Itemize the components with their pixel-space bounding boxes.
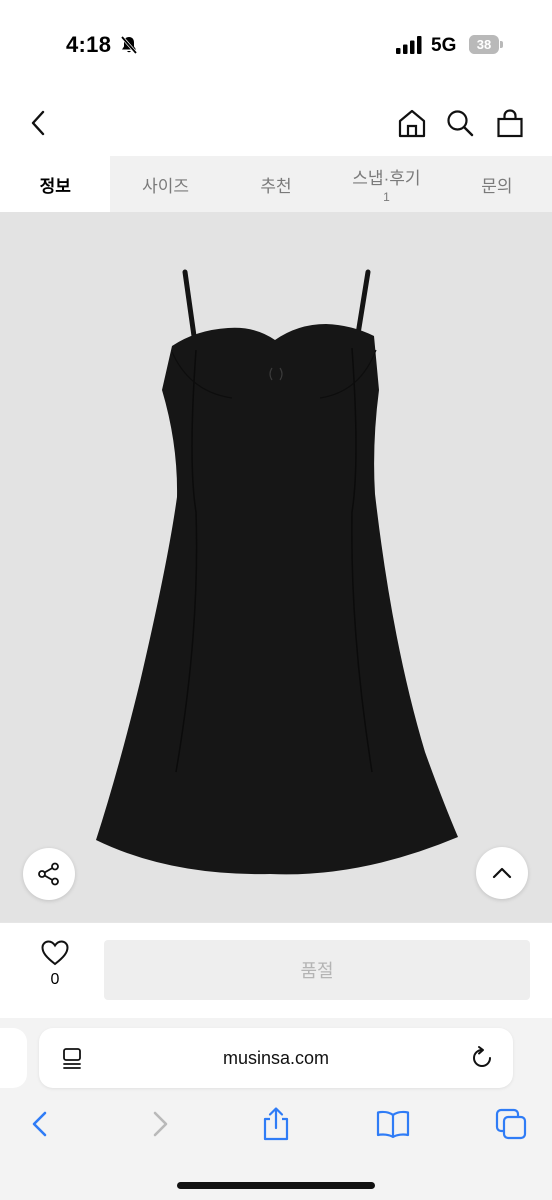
tab-label: 사이즈 (142, 176, 190, 196)
url-text: musinsa.com (222, 1048, 330, 1068)
search-button[interactable] (441, 104, 479, 142)
tab-label: 추천 (260, 176, 292, 196)
status-bar: 4:18 5G 38 (0, 0, 552, 90)
right-strap (355, 269, 371, 337)
soldout-button[interactable]: 품절 (104, 940, 530, 1000)
browser-forward-button[interactable] (140, 1104, 180, 1144)
home-button[interactable] (393, 104, 431, 142)
product-tabs: 정보 사이즈 추천 스냅·후기 1 문의 (0, 156, 552, 212)
browser-back-button[interactable] (20, 1104, 60, 1144)
scroll-top-button[interactable] (476, 847, 528, 899)
battery-icon: 38 (469, 35, 503, 54)
signal-icon (396, 36, 422, 54)
chevron-up-icon (492, 867, 512, 879)
share-button[interactable] (23, 848, 75, 900)
reload-icon[interactable] (469, 1045, 495, 1071)
tab-inquiry[interactable]: 문의 (442, 156, 552, 212)
app-header (0, 90, 552, 156)
browser-share-button[interactable] (256, 1104, 296, 1144)
previous-tab-preview[interactable] (0, 1028, 27, 1088)
tabs-button[interactable] (491, 1104, 531, 1144)
product-image (96, 269, 458, 875)
tab-label: 스냅·후기 (352, 169, 421, 188)
tab-count: 1 (383, 190, 390, 204)
home-indicator (177, 1182, 375, 1189)
network-type: 5G (431, 35, 457, 56)
share-icon (263, 1107, 289, 1141)
product-image-area[interactable] (0, 212, 552, 922)
cart-button[interactable] (491, 104, 529, 142)
browser-toolbar: musinsa.com (0, 1018, 552, 1200)
bookmarks-button[interactable] (373, 1104, 413, 1144)
tab-label: 정보 (39, 176, 71, 196)
heart-outline-icon (41, 940, 69, 966)
left-strap (182, 269, 197, 339)
tab-info[interactable]: 정보 (0, 156, 111, 212)
battery-percent: 38 (476, 37, 492, 52)
back-chevron-icon (31, 110, 45, 136)
purchase-bar: 0 품절 (0, 922, 552, 1018)
tab-recommend[interactable]: 추천 (221, 156, 331, 212)
forward-icon (153, 1111, 168, 1137)
search-icon (447, 110, 474, 137)
status-time: 4:18 (66, 32, 112, 57)
tab-snap-review[interactable]: 스냅·후기 1 (331, 156, 441, 212)
tabs-icon (495, 1108, 527, 1140)
home-icon (398, 109, 426, 138)
dress-body (96, 324, 458, 875)
address-bar[interactable]: musinsa.com (39, 1028, 513, 1088)
shopping-bag-icon (497, 109, 523, 138)
share-icon (38, 862, 59, 886)
bell-slash-icon (120, 35, 138, 55)
tab-label: 문의 (481, 176, 513, 196)
back-icon (32, 1111, 47, 1137)
battery-cap (500, 41, 503, 48)
back-button[interactable] (20, 104, 58, 142)
like-button[interactable]: 0 (28, 939, 82, 999)
tab-size[interactable]: 사이즈 (110, 156, 220, 212)
like-count: 0 (50, 971, 60, 988)
bookmarks-icon (376, 1110, 410, 1139)
